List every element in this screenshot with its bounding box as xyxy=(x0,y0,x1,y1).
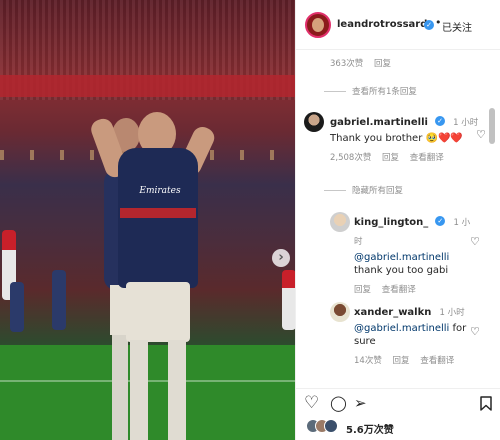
separator-dot: • xyxy=(435,16,442,29)
comment-meta: 2,508次赞 回复 查看翻译 xyxy=(330,151,480,163)
comment-likes: 14次赞 xyxy=(354,356,382,366)
comment-meta: 回复 查看翻译 xyxy=(354,283,474,295)
comment-icon[interactable]: ◯ xyxy=(330,393,347,413)
stadium-banner xyxy=(0,75,295,97)
background-player xyxy=(282,270,295,330)
verified-icon: ✓ xyxy=(424,20,434,30)
translate-button[interactable]: 查看翻译 xyxy=(420,356,454,366)
post-image[interactable]: Emirates › xyxy=(0,0,295,440)
comment-body: @gabriel.martinelli for sure xyxy=(354,322,476,348)
comment-mention[interactable]: @gabriel.martinelli xyxy=(354,251,474,264)
header-username[interactable]: leandrotrossard xyxy=(337,19,427,30)
comment-likes: 2,508次赞 xyxy=(330,153,372,163)
comment-like-icon[interactable]: ♡ xyxy=(470,325,480,338)
reply-button[interactable]: 回复 xyxy=(354,285,371,295)
comment-meta: 363次赞 回复 xyxy=(330,57,399,69)
shirt-stripe xyxy=(120,208,196,218)
verified-icon: ✓ xyxy=(435,215,446,226)
reply-button[interactable]: 回复 xyxy=(382,153,399,163)
follow-status-button[interactable]: 已关注 xyxy=(442,19,472,34)
comment-text: Thank you brother 🥹❤️❤️ xyxy=(330,133,463,144)
comment-like-icon[interactable]: ♡ xyxy=(476,128,486,141)
verified-icon: ✓ xyxy=(435,115,446,126)
liker-avatar xyxy=(324,419,338,433)
comment-username[interactable]: king_lington_ xyxy=(354,217,428,228)
post-actions: ♡ ◯ ➢ xyxy=(296,388,500,418)
comment-time: 1 小时 xyxy=(439,308,465,318)
share-icon[interactable]: ➢ xyxy=(354,393,367,413)
avatar[interactable] xyxy=(330,302,350,322)
comments-panel: leandrotrossard ✓ • 已关注 363次赞 回复 查看所有1条回… xyxy=(295,0,500,440)
scrollbar[interactable] xyxy=(489,108,495,144)
like-icon[interactable]: ♡ xyxy=(304,393,319,413)
comment-like-icon[interactable]: ♡ xyxy=(470,235,480,248)
reply-button[interactable]: 回复 xyxy=(393,356,410,366)
shirt-sponsor-text: Emirates xyxy=(139,186,181,196)
comment-username[interactable]: gabriel.martinelli xyxy=(330,117,428,128)
comment-meta: 14次赞 回复 查看翻译 xyxy=(354,354,476,366)
avatar[interactable] xyxy=(305,12,331,38)
comment-time: 1 小时 xyxy=(453,118,479,128)
reply-button[interactable]: 回复 xyxy=(374,59,391,69)
comment-text: thank you too gabi xyxy=(354,265,449,276)
hide-replies-button[interactable]: 隐藏所有回复 xyxy=(324,184,403,196)
avatar[interactable] xyxy=(330,212,350,232)
comment-username[interactable]: xander_walkn xyxy=(354,307,431,318)
view-replies-button[interactable]: 查看所有1条回复 xyxy=(324,85,417,97)
translate-button[interactable]: 查看翻译 xyxy=(382,285,416,295)
avatar[interactable] xyxy=(304,112,324,132)
background-player xyxy=(52,270,66,330)
post-header: leandrotrossard ✓ • 已关注 xyxy=(296,0,500,50)
translate-button[interactable]: 查看翻译 xyxy=(410,153,444,163)
comment-likes: 363次赞 xyxy=(330,59,364,69)
next-image-icon[interactable]: › xyxy=(272,249,290,267)
comment-mention[interactable]: @gabriel.martinelli xyxy=(354,323,449,334)
background-player xyxy=(10,282,24,332)
save-icon[interactable] xyxy=(480,396,492,416)
likes-count: 5.6万次赞 xyxy=(346,425,394,436)
